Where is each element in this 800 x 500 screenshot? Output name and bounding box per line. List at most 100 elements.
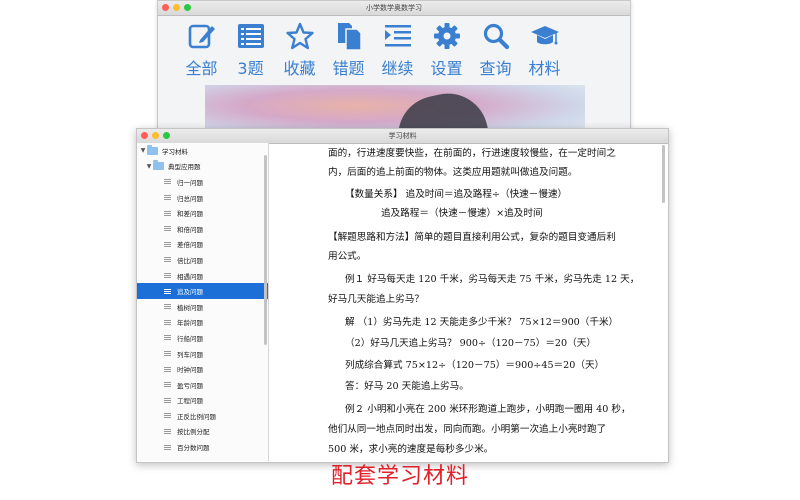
toolbar-search-button[interactable]: 查询 <box>474 21 517 79</box>
tree-item-label: 归总问题 <box>177 194 203 203</box>
tree-item-label: 植树问题 <box>177 303 203 312</box>
tree-root[interactable]: ▼ 学习材料 <box>137 143 268 159</box>
content-line: 例２ 小明和小亮在 200 米环形跑道上跑步，小明跑一圈用 40 秒， <box>345 404 631 415</box>
disclosure-triangle-icon[interactable]: ▼ <box>145 163 153 170</box>
tree-group-label: 典型应用题 <box>168 163 201 172</box>
materials-window-title: 学习材料 <box>388 132 417 140</box>
toolbar-all-label: 全部 <box>185 59 218 78</box>
folder-icon <box>147 144 158 155</box>
tree-item-label: 和倍问题 <box>177 225 203 234</box>
tree-item[interactable]: 追及问题 <box>137 283 268 299</box>
main-window-titlebar[interactable]: 小学数学奥数学习 <box>158 1 630 16</box>
window-controls <box>162 4 191 11</box>
content-line: 好马几天能追上劣马？ <box>328 294 424 305</box>
tree-item[interactable]: 时钟问题 <box>137 361 268 377</box>
content-line: 用公式。 <box>328 251 367 262</box>
document-icon <box>164 319 171 325</box>
tree-item[interactable]: 归一问题 <box>137 174 268 190</box>
tree-item[interactable]: 列车问题 <box>137 346 268 362</box>
main-app-window: 小学数学奥数学习 全部 3题 收藏 错题 继续 设置 查询 材料 <box>157 0 631 137</box>
document-icon <box>164 397 171 403</box>
tree-item[interactable]: 倍比问题 <box>137 252 268 268</box>
toolbar-three-label: 3题 <box>237 59 264 78</box>
tree-item[interactable]: 归总问题 <box>137 190 268 206</box>
document-icon <box>164 288 171 294</box>
document-icon <box>164 257 171 263</box>
tree-item[interactable]: 百分数问题 <box>137 439 268 455</box>
tree-item-label: 归一问题 <box>177 178 203 187</box>
tree-group[interactable]: ▼ 典型应用题 <box>137 159 268 175</box>
copy-icon <box>337 23 362 51</box>
content-scrollbar[interactable] <box>662 145 665 203</box>
tree-item-label: 行船问题 <box>177 334 203 343</box>
tree-item[interactable]: 植树问题 <box>137 299 268 315</box>
document-icon <box>164 273 171 279</box>
toolbar-materials-label: 材料 <box>528 59 561 78</box>
close-window-button[interactable] <box>162 4 169 11</box>
material-content: 面的，行进速度要快些，在前面的，行进速度较慢些，在一定时间之 内，后面的追上前面的… <box>269 143 668 461</box>
document-icon <box>164 413 171 419</box>
materials-window-controls <box>141 132 170 139</box>
tree-item[interactable]: 按比例分配 <box>137 424 268 440</box>
toolbar-search-label: 查询 <box>479 59 512 78</box>
edit-icon <box>188 24 215 49</box>
materials-zoom-button[interactable] <box>163 132 170 139</box>
materials-close-button[interactable] <box>141 132 148 139</box>
tree-item-label: 时钟问题 <box>177 366 203 375</box>
tree-item[interactable]: 行船问题 <box>137 330 268 346</box>
content-line: 面的，行进速度要快些，在前面的，行进速度较慢些，在一定时间之 <box>328 148 616 159</box>
tree-item[interactable]: 盈亏问题 <box>137 377 268 393</box>
tree-item[interactable]: 和差问题 <box>137 205 268 221</box>
tree-item[interactable]: 正反比例问题 <box>137 408 268 424</box>
content-line: 他们从同一地点同时出发，同向而跑。小明第一次追上小亮时跑了 <box>328 424 607 435</box>
document-icon <box>164 382 171 388</box>
sidebar-scrollbar[interactable] <box>264 155 267 345</box>
tree-root-label: 学习材料 <box>162 147 188 156</box>
list-icon <box>237 24 264 48</box>
document-icon <box>164 428 171 434</box>
document-icon <box>164 444 171 450</box>
caption: 配套学习材料 <box>330 464 469 489</box>
content-line: 【数量关系】 追及时间＝追及路程÷（快速－慢速） <box>345 189 568 200</box>
content-line: 500 米，求小亮的速度是每秒多少米。 <box>328 444 494 455</box>
minimize-window-button[interactable] <box>173 4 180 11</box>
toolbar-settings-button[interactable]: 设置 <box>425 21 468 79</box>
content-line: 例１ 好马每天走 120 千米，劣马每天走 75 千米，劣马先走 12 天， <box>345 274 640 285</box>
zoom-window-button[interactable] <box>184 4 191 11</box>
materials-window-titlebar[interactable]: 学习材料 <box>137 129 668 144</box>
toolbar-all-button[interactable]: 全部 <box>180 21 223 79</box>
document-icon <box>164 335 171 341</box>
tree-item[interactable]: 工程问题 <box>137 393 268 409</box>
document-icon <box>164 351 171 357</box>
main-window-title: 小学数学奥数学习 <box>366 4 422 12</box>
disclosure-triangle-icon[interactable]: ▼ <box>139 147 147 154</box>
tree-item-label: 百分数问题 <box>177 444 210 453</box>
toolbar-three-button[interactable]: 3题 <box>229 21 272 79</box>
materials-minimize-button[interactable] <box>152 132 159 139</box>
graduation-cap-icon <box>530 26 559 45</box>
document-icon <box>164 210 171 216</box>
document-icon <box>164 304 171 310</box>
continue-icon <box>384 25 411 47</box>
toolbar-materials-button[interactable]: 材料 <box>523 21 566 79</box>
toolbar-mistakes-label: 错题 <box>332 59 365 78</box>
toolbar-continue-button[interactable]: 继续 <box>376 21 419 79</box>
tree-item-label: 正反比例问题 <box>177 412 216 421</box>
tree-item[interactable]: 和倍问题 <box>137 221 268 237</box>
content-line: 答：好马 20 天能追上劣马。 <box>345 381 469 392</box>
tree-item[interactable]: 差倍问题 <box>137 237 268 253</box>
tree-item[interactable]: 相遇问题 <box>137 268 268 284</box>
tree-item-label: 盈亏问题 <box>177 381 203 390</box>
toolbar-favorites-button[interactable]: 收藏 <box>278 21 321 79</box>
tree-item-label: 倍比问题 <box>177 256 203 265</box>
materials-sidebar: ▼ 学习材料 ▼ 典型应用题 归一问题归总问题和差问题和倍问题差倍问题倍比问题相… <box>137 143 269 461</box>
toolbar-continue-label: 继续 <box>381 59 414 78</box>
tree-item-label: 和差问题 <box>177 210 203 219</box>
main-toolbar: 全部 3题 收藏 错题 继续 设置 查询 材料 <box>180 21 566 79</box>
materials-window: 学习材料 ▼ 学习材料 ▼ 典型应用题 归一问题归总问题和差问题和倍问题差倍问题… <box>136 128 669 463</box>
folder-icon <box>153 160 164 171</box>
toolbar-mistakes-button[interactable]: 错题 <box>327 21 370 79</box>
tree-items: 归一问题归总问题和差问题和倍问题差倍问题倍比问题相遇问题 追及问题植树问题年龄问题… <box>137 174 268 455</box>
star-icon <box>285 22 314 50</box>
tree-item[interactable]: 年龄问题 <box>137 315 268 331</box>
